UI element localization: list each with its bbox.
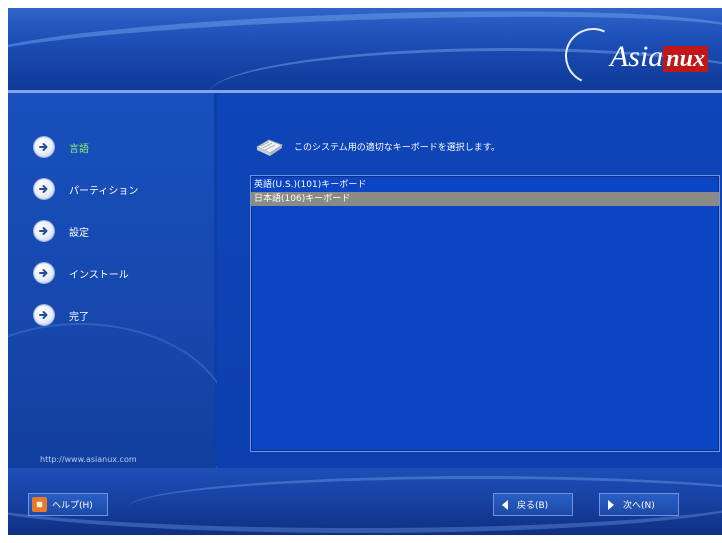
next-label: 次へ(N) xyxy=(623,501,655,511)
next-button[interactable]: 次へ(N) xyxy=(599,493,679,516)
back-arrow-icon xyxy=(497,497,512,512)
step-label: インストール xyxy=(69,269,129,281)
help-icon xyxy=(32,497,47,512)
step-list: 言語 パーティション 設定 インストール 完了 xyxy=(34,132,138,342)
step-install: インストール xyxy=(34,258,138,288)
step-language: 言語 xyxy=(34,132,138,162)
arrow-right-circle-icon xyxy=(34,137,54,157)
step-settings: 設定 xyxy=(34,216,138,246)
help-button[interactable]: ヘルプ(H) xyxy=(28,493,108,516)
keyboard-option-us[interactable]: 英語(U.S.)(101)キーボード xyxy=(251,178,719,192)
installer-window: Asia nux 言語 パーティション 設定 インストール 完了 http://… xyxy=(8,8,722,535)
step-label: パーティション xyxy=(69,185,139,197)
website-url: http://www.asianux.com xyxy=(40,455,137,464)
keyboard-option-jp[interactable]: 日本語(106)キーボード xyxy=(251,192,719,206)
arrow-right-circle-icon xyxy=(34,221,54,241)
step-label: 設定 xyxy=(69,227,89,239)
instruction-text: このシステム用の適切なキーボードを選択します。 xyxy=(294,142,500,153)
next-arrow-icon xyxy=(603,497,618,512)
logo-text-accent: nux xyxy=(663,46,708,72)
arrow-right-circle-icon xyxy=(34,263,54,283)
arrow-right-circle-icon xyxy=(34,179,54,199)
header-banner: Asia nux xyxy=(8,8,722,90)
logo-text: Asia nux xyxy=(610,40,708,74)
step-partition: パーティション xyxy=(34,174,138,204)
step-label: 完了 xyxy=(69,311,89,323)
back-label: 戻る(B) xyxy=(517,501,549,511)
instruction: このシステム用の適切なキーボードを選択します。 xyxy=(254,135,500,157)
asianux-logo: Asia nux xyxy=(557,18,716,90)
sidebar: 言語 パーティション 設定 インストール 完了 http://www.asian… xyxy=(8,93,232,527)
step-finish: 完了 xyxy=(34,300,138,330)
back-button[interactable]: 戻る(B) xyxy=(493,493,573,516)
footer-bar: ヘルプ(H) 戻る(B) 次へ(N) xyxy=(8,468,722,535)
arrow-right-circle-icon xyxy=(34,305,54,325)
keyboard-icon xyxy=(254,135,284,157)
logo-text-main: Asia xyxy=(609,40,664,73)
step-label: 言語 xyxy=(69,143,89,155)
help-label: ヘルプ(H) xyxy=(52,501,93,511)
main-content: このシステム用の適切なキーボードを選択します。 英語(U.S.)(101)キーボ… xyxy=(217,93,722,468)
keyboard-list[interactable]: 英語(U.S.)(101)キーボード 日本語(106)キーボード xyxy=(250,175,720,452)
